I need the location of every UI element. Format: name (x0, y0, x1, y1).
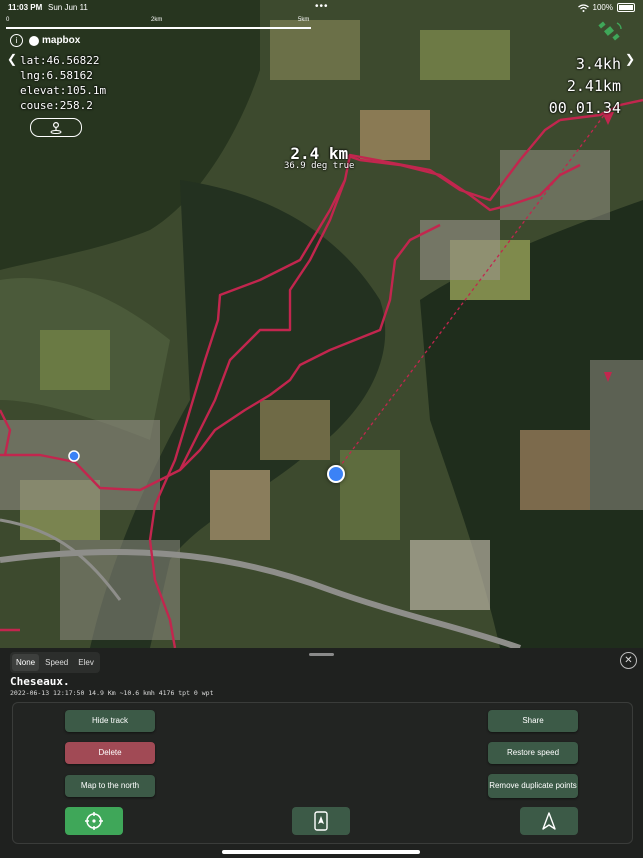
phone-navigation-icon (314, 811, 328, 831)
locate-button[interactable] (65, 807, 123, 835)
crosshair-icon (85, 812, 103, 830)
pin-button[interactable] (30, 118, 82, 137)
longitude: lng:6.58162 (20, 69, 93, 82)
chevron-right-icon[interactable]: ❯ (625, 52, 635, 66)
measure-bearing: 36.9 deg true (284, 161, 355, 171)
battery-icon (617, 3, 635, 12)
elevation: elevat:105.1m (20, 84, 107, 97)
elapsed-time: 00.01.34 (548, 99, 621, 117)
scale-label: 2km (151, 17, 163, 23)
restore-speed-button[interactable]: Restore speed (488, 742, 578, 764)
hide-track-button[interactable]: Hide track (65, 710, 155, 732)
north-arrow-icon (542, 812, 556, 830)
graph-mode-selector: None Speed Elev (10, 652, 100, 673)
scale-label: 5km (298, 17, 310, 23)
measure-label: 2.4 km 36.9 deg true (284, 144, 354, 171)
share-button[interactable]: Share (488, 710, 578, 732)
close-button[interactable]: ✕ (620, 652, 637, 669)
status-time: 11:03 PM (8, 3, 43, 12)
track-info: 2022-06-13 12:17:50 14.9 Km ~10.6 kmh 41… (10, 689, 214, 697)
status-right: 100% (577, 3, 635, 12)
pin-icon (50, 121, 62, 134)
tab-speed[interactable]: Speed (41, 654, 72, 671)
distance-value: 2.41km (566, 77, 621, 95)
course: couse:258.2 (20, 99, 93, 112)
tab-elev[interactable]: Elev (74, 654, 98, 671)
status-date: Sun Jun 11 (48, 3, 88, 12)
delete-button[interactable]: Delete (65, 742, 155, 764)
multitask-dots-icon[interactable]: ••• (315, 1, 329, 12)
map-view[interactable]: 11:03 PM Sun Jun 11 ••• 100% 0 2km 5km i… (0, 0, 643, 648)
satellite-icon[interactable] (597, 20, 623, 42)
scale-bar: 0 2km 5km (6, 17, 316, 30)
map-north-button[interactable]: Map to the north (65, 775, 155, 797)
wifi-icon (577, 3, 589, 12)
info-icon[interactable]: i (10, 34, 23, 47)
status-bar: 11:03 PM Sun Jun 11 ••• 100% (0, 0, 643, 16)
home-indicator[interactable] (222, 850, 420, 854)
remove-duplicates-button[interactable]: Remove duplicate points (488, 774, 578, 798)
north-button[interactable] (520, 807, 578, 835)
phone-navigation-button[interactable] (292, 807, 350, 835)
coordinates-panel: lat:46.56822 lng:6.58162 elevat:105.1m c… (20, 53, 106, 113)
chevron-left-icon[interactable]: ❮ (7, 52, 17, 66)
attribution: i mapbox (10, 34, 80, 47)
tab-none[interactable]: None (12, 654, 40, 671)
mapbox-logo: mapbox (29, 35, 80, 46)
current-location-marker (327, 465, 345, 483)
close-icon: ✕ (624, 655, 633, 666)
scale-label: 0 (6, 17, 10, 23)
place-name: Cheseaux. (10, 675, 70, 688)
stats-panel: 3.4kh 2.41km 00.01.34 (549, 53, 621, 119)
sheet-handle[interactable] (309, 653, 334, 656)
latitude: lat:46.56822 (20, 54, 100, 67)
mapbox-label: mapbox (42, 35, 81, 46)
speed-value: 3.4kh (575, 55, 621, 73)
battery-percent: 100% (592, 3, 613, 12)
